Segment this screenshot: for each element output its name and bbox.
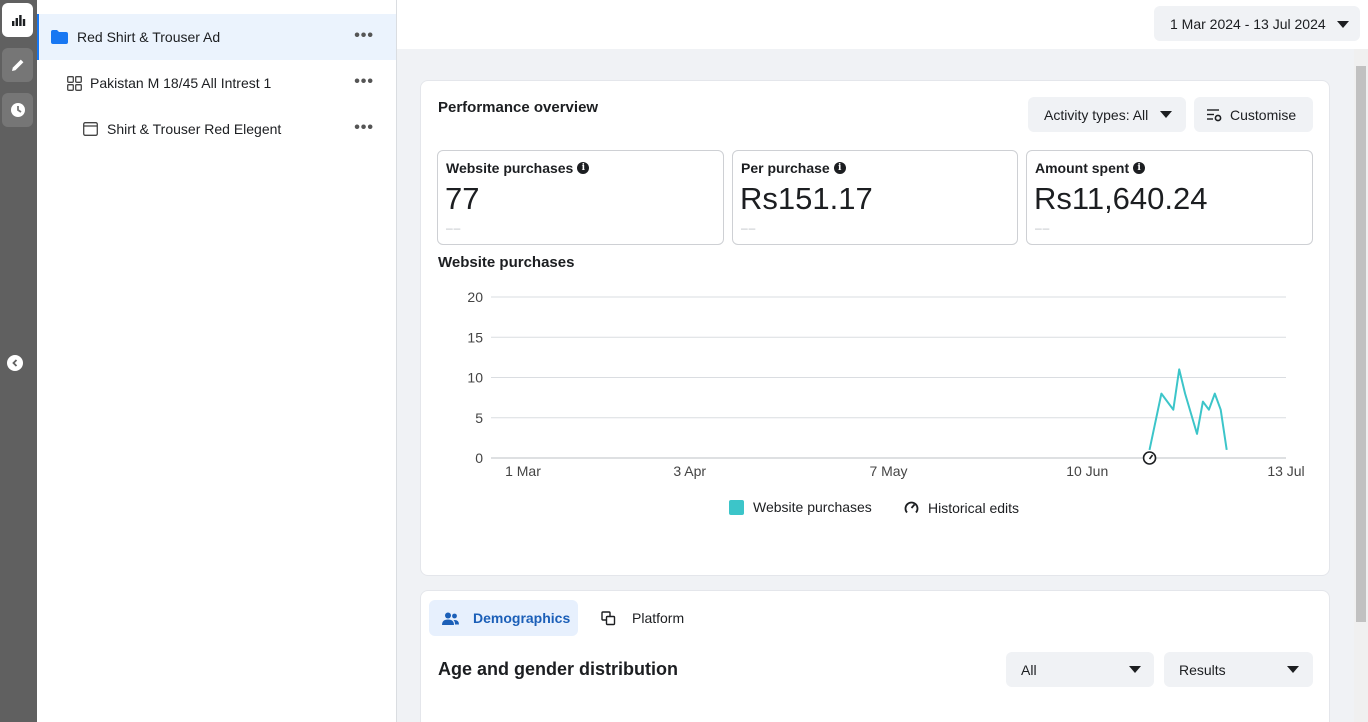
y-tick-label: 10	[467, 370, 483, 386]
tab-platform-label: Platform	[632, 610, 685, 626]
bar-chart-icon	[11, 15, 25, 26]
clock-icon	[10, 103, 25, 117]
legend-item-series[interactable]: Website purchases	[729, 499, 872, 515]
tab-demographics-label: Demographics	[473, 610, 571, 626]
section-title: Age and gender distribution	[438, 659, 679, 679]
left-rail	[0, 0, 37, 722]
y-tick-label: 5	[475, 410, 483, 426]
metric-filter-dropdown[interactable]: Results	[1164, 652, 1313, 687]
breakdown-card: Demographics Platform Age and gender dis…	[420, 590, 1330, 722]
metric-filter-label: Results	[1179, 661, 1226, 678]
rail-edit-button[interactable]	[2, 48, 33, 82]
legend-edits-label: Historical edits	[928, 499, 1020, 516]
ad-more-button[interactable]: •••	[354, 119, 374, 137]
gender-filter-label: All	[1021, 661, 1037, 678]
chevron-left-icon	[12, 359, 18, 367]
performance-card: Performance overview Activity types: All…	[420, 80, 1330, 576]
tree-item-adset[interactable]: Pakistan M 18/45 All Intrest 1 •••	[37, 60, 396, 106]
legend-series-label: Website purchases	[753, 499, 872, 515]
tab-demographics[interactable]: Demographics	[429, 600, 578, 636]
campaign-more-button[interactable]: •••	[354, 27, 374, 45]
adset-name: Pakistan M 18/45 All Intrest 1	[90, 75, 272, 91]
gender-filter-dropdown[interactable]: All	[1006, 652, 1154, 687]
x-tick-label: 1 Mar	[505, 463, 541, 479]
tab-platform[interactable]: Platform	[599, 600, 709, 636]
ad-icon	[83, 122, 98, 136]
adset-more-button[interactable]: •••	[354, 73, 374, 91]
chevron-down-icon	[1337, 21, 1349, 28]
pencil-icon	[11, 59, 23, 71]
folder-icon	[51, 30, 68, 44]
top-bar: 1 Mar 2024 - 13 Jul 2024	[397, 0, 1368, 49]
x-tick-label: 7 May	[869, 463, 907, 479]
tree-item-ad[interactable]: Shirt & Trouser Red Elegent •••	[37, 106, 396, 152]
tree-item-campaign[interactable]: Red Shirt & Trouser Ad •••	[37, 14, 396, 60]
y-tick-label: 0	[475, 450, 483, 466]
people-icon	[442, 612, 459, 625]
rail-insights-button[interactable]	[2, 3, 33, 37]
ad-name: Shirt & Trouser Red Elegent	[107, 121, 282, 137]
date-range-label: 1 Mar 2024 - 13 Jul 2024	[1170, 15, 1326, 32]
legend-item-edits[interactable]: Historical edits	[903, 499, 1019, 516]
historical-edit-icon	[904, 501, 919, 514]
grid-icon	[67, 75, 82, 91]
x-tick-label: 3 Apr	[673, 463, 706, 479]
x-tick-label: 13 Jul	[1267, 463, 1304, 479]
collapse-panel-button[interactable]	[7, 355, 23, 371]
y-tick-label: 20	[467, 289, 483, 305]
series-line	[1148, 368, 1228, 451]
scrollbar-thumb[interactable]	[1356, 66, 1366, 622]
campaign-name: Red Shirt & Trouser Ad	[77, 29, 221, 45]
chevron-down-icon	[1129, 666, 1141, 673]
x-tick-label: 10 Jun	[1066, 463, 1108, 479]
rail-history-button[interactable]	[2, 93, 33, 127]
purchases-line-chart: 0 5 10 15 20 1 Mar 3 Apr 7 May 10 Jun 13 Jul	[467, 289, 1304, 479]
series-swatch	[729, 499, 744, 515]
chevron-down-icon	[1287, 666, 1299, 673]
date-range-picker[interactable]: 1 Mar 2024 - 13 Jul 2024	[1154, 6, 1360, 41]
campaign-tree: Red Shirt & Trouser Ad ••• Pakistan M 18…	[37, 0, 397, 722]
platform-icon	[601, 610, 616, 625]
y-tick-label: 15	[467, 329, 483, 345]
